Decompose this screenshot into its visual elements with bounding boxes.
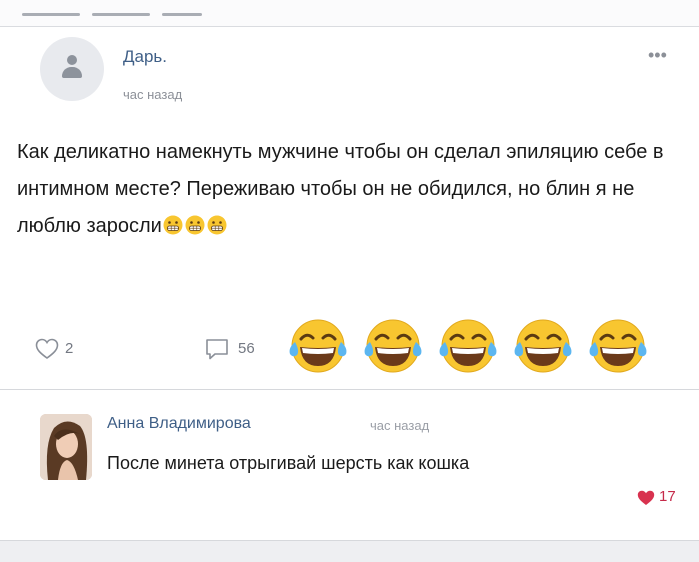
comment-count: 56 (238, 340, 255, 357)
post-author-name[interactable]: Дарь. (123, 47, 167, 67)
comment-like-count: 17 (659, 488, 676, 505)
post-text: Как деликатно намекнуть мужчине чтобы он… (17, 134, 687, 245)
comment-card: Анна Владимирова час назад После минета … (0, 390, 699, 541)
comment-icon[interactable] (204, 337, 230, 361)
reaction-emoji-row (287, 314, 662, 376)
commenter-name[interactable]: Анна Владимирова (107, 415, 251, 433)
tears-of-joy-emoji-icon (439, 319, 497, 373)
comment-text: После минета отрыгивай шерсть как кошка (107, 453, 470, 473)
user-silhouette-icon (67, 55, 77, 65)
grimace-emoji-icon (185, 215, 205, 235)
top-bar-line (22, 13, 80, 16)
tears-of-joy-emoji-icon (514, 319, 572, 373)
post-time: час назад (123, 87, 183, 102)
comment-time: час назад (370, 418, 430, 433)
tears-of-joy-emoji-icon (289, 319, 347, 373)
author-avatar[interactable] (40, 37, 104, 101)
grimace-emoji-icon (207, 215, 227, 235)
heart-filled-icon[interactable] (637, 490, 655, 506)
post-actions: 2 56 (0, 319, 699, 384)
commenter-avatar[interactable] (40, 414, 92, 480)
tears-of-joy-emoji-icon (589, 319, 647, 373)
like-count: 2 (65, 340, 74, 357)
top-bar-line (162, 13, 202, 16)
bottom-strip (0, 541, 699, 562)
grimace-emoji-icon (163, 215, 183, 235)
post-card: Дарь. час назад ••• Как деликатно намекн… (0, 27, 699, 390)
heart-outline-icon[interactable] (35, 338, 59, 360)
top-bar (0, 0, 699, 27)
more-horizontal-icon[interactable]: ••• (648, 45, 667, 66)
tears-of-joy-emoji-icon (364, 319, 422, 373)
post-text-content: Как деликатно намекнуть мужчине чтобы он… (17, 141, 664, 237)
top-bar-line (92, 13, 150, 16)
commenter-photo (40, 414, 92, 480)
